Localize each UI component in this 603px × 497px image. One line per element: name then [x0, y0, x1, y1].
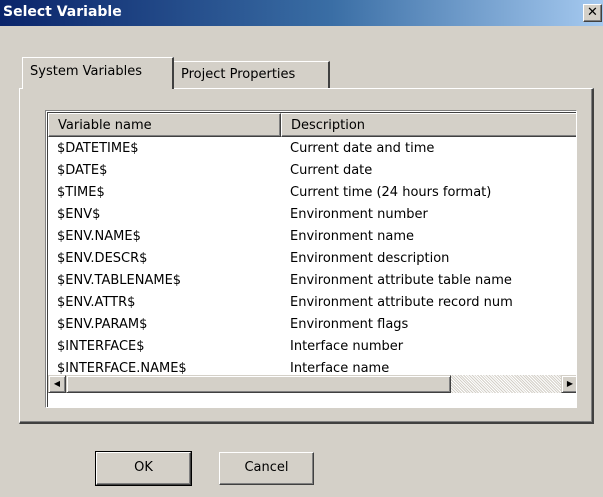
close-icon[interactable]: ✕ [583, 4, 602, 22]
variables-list[interactable]: Variable name Description $DATETIME$ Curr… [45, 110, 577, 408]
list-item[interactable]: $ENV.TABLENAME$ Environment attribute tab… [48, 271, 576, 293]
ok-button[interactable]: OK [95, 451, 192, 486]
variable-description: Environment flags [290, 317, 409, 332]
list-item[interactable]: $ENV.NAME$ Environment name [48, 227, 576, 249]
list-item[interactable]: $ENV$ Environment number [48, 205, 576, 227]
variable-description: Interface number [290, 339, 404, 354]
column-header-variable-name[interactable]: Variable name [48, 113, 281, 137]
list-item[interactable]: $ENV.PARAM$ Environment flags [48, 315, 576, 337]
list-item[interactable]: $DATE$ Current date [48, 161, 576, 183]
variable-name: $DATE$ [57, 163, 108, 178]
horizontal-scrollbar[interactable]: ◀ ▶ [48, 375, 576, 393]
tab-system-variables[interactable]: System Variables [22, 57, 174, 89]
column-header-description[interactable]: Description [281, 113, 576, 137]
variable-description: Interface name [290, 361, 390, 376]
variable-name: $INTERFACE.NAME$ [57, 361, 187, 376]
list-item[interactable]: $INTERFACE$ Interface number [48, 337, 576, 359]
variable-name: $INTERFACE$ [57, 339, 145, 354]
list-item[interactable]: $TIME$ Current time (24 hours format) [48, 183, 576, 205]
tab-project-properties[interactable]: Project Properties [174, 61, 330, 89]
variable-description: Environment number [290, 207, 428, 222]
window-title: Select Variable [3, 4, 122, 20]
variable-description: Current date [290, 163, 373, 178]
variable-description: Environment attribute table name [290, 273, 512, 288]
variable-name: $ENV.NAME$ [57, 229, 141, 244]
variable-name: $ENV.DESCR$ [57, 251, 148, 266]
scroll-left-icon[interactable]: ◀ [48, 375, 66, 393]
variable-name: $ENV.TABLENAME$ [57, 273, 182, 288]
variable-description: Environment attribute record num [290, 295, 513, 310]
variable-description: Current time (24 hours format) [290, 185, 492, 200]
scroll-right-icon[interactable]: ▶ [561, 375, 576, 393]
horizontal-scroll-thumb[interactable] [66, 375, 451, 393]
variable-name: $ENV$ [57, 207, 101, 222]
list-item[interactable]: $DATETIME$ Current date and time [48, 139, 576, 161]
list-item[interactable]: $ENV.DESCR$ Environment description [48, 249, 576, 271]
variable-name: $DATETIME$ [57, 141, 139, 156]
variable-description: Environment description [290, 251, 450, 266]
list-header: Variable name Description [48, 113, 576, 137]
cancel-button[interactable]: Cancel [219, 452, 314, 485]
variable-description: Current date and time [290, 141, 435, 156]
variable-name: $ENV.ATTR$ [57, 295, 136, 310]
list-item[interactable]: $ENV.ATTR$ Environment attribute record n… [48, 293, 576, 315]
variable-name: $TIME$ [57, 185, 105, 200]
variable-name: $ENV.PARAM$ [57, 317, 148, 332]
variable-description: Environment name [290, 229, 415, 244]
title-bar: Select Variable ✕ [0, 0, 603, 26]
